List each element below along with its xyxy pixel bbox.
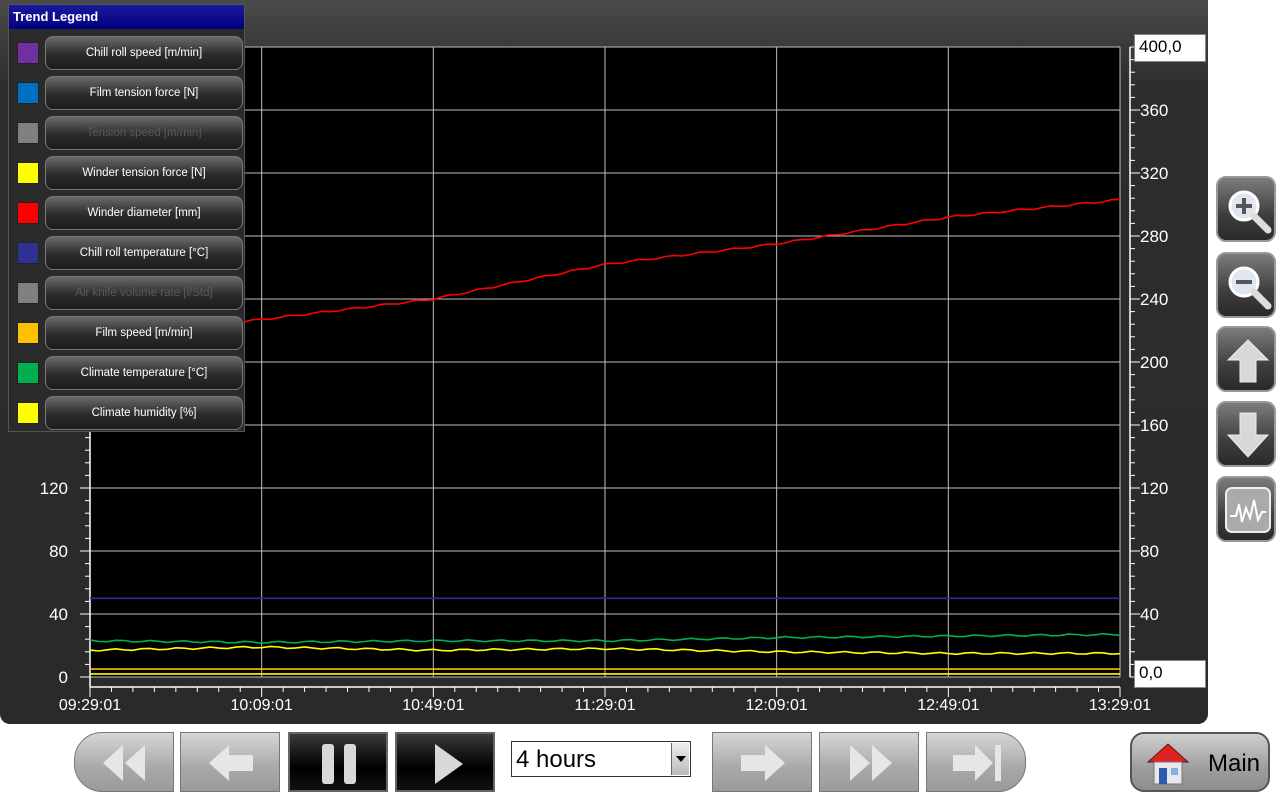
legend-toggle-button[interactable]: Climate temperature [°C] — [45, 356, 243, 390]
right-tick-label: 120 — [1140, 479, 1168, 498]
step-forward-button[interactable] — [712, 732, 812, 792]
right-tick-label: 40 — [1140, 605, 1159, 624]
time-label: 09:29:01 — [59, 697, 121, 714]
legend-color-swatch — [17, 82, 39, 104]
right-tick-label: 200 — [1140, 353, 1168, 372]
pause-icon — [322, 744, 356, 784]
zoom-out-icon — [1228, 266, 1272, 310]
arrow-right-icon — [741, 745, 785, 781]
pause-button[interactable] — [288, 732, 388, 792]
double-arrow-left-icon — [103, 745, 145, 781]
arrow-up-icon — [1226, 339, 1270, 383]
y-min-input[interactable]: 0,0 — [1134, 660, 1206, 688]
play-icon — [435, 744, 463, 784]
arrow-to-end-icon — [953, 745, 1001, 781]
play-button[interactable] — [395, 732, 495, 792]
fast-backward-button[interactable] — [74, 732, 174, 792]
jump-to-end-button[interactable] — [926, 732, 1026, 792]
legend-color-swatch — [17, 42, 39, 64]
legend-toggle-button[interactable]: Chill roll speed [m/min] — [45, 36, 243, 70]
legend-color-swatch — [17, 362, 39, 384]
legend-item: Chill roll temperature [°C] — [9, 233, 246, 273]
trend-view-button[interactable] — [1216, 476, 1276, 542]
legend-toggle-button[interactable]: Film speed [m/min] — [45, 316, 243, 350]
time-label: 11:29:01 — [574, 697, 635, 714]
main-label: Main — [1208, 750, 1261, 777]
legend-color-swatch — [17, 202, 39, 224]
legend-toggle-button[interactable]: Film tension force [N] — [45, 76, 243, 110]
legend-color-swatch — [17, 282, 39, 304]
left-tick-label: 0 — [59, 668, 68, 687]
double-arrow-right-icon — [850, 745, 892, 781]
legend-item: Film tension force [N] — [9, 73, 246, 113]
zoom-out-button[interactable] — [1216, 252, 1276, 318]
legend-item: Film speed [m/min] — [9, 313, 246, 353]
time-label: 12:09:01 — [746, 697, 808, 714]
legend-color-swatch — [17, 162, 39, 184]
chevron-down-icon[interactable] — [671, 743, 689, 775]
fast-forward-button[interactable] — [819, 732, 919, 792]
arrow-down-icon — [1226, 412, 1270, 458]
step-backward-button[interactable] — [180, 732, 280, 792]
legend-color-swatch — [17, 242, 39, 264]
time-label: 13:29:01 — [1089, 697, 1151, 714]
arrow-left-icon — [209, 745, 253, 781]
legend-color-swatch — [17, 322, 39, 344]
legend-color-swatch — [17, 402, 39, 424]
trend-screen: 0 40 80 120 40 80 120 160 200 240 280 320 360 09:29:0… — [0, 0, 1280, 800]
legend-item: Tension speed [m/min] — [9, 113, 246, 153]
time-label: 12:49:01 — [917, 697, 979, 714]
left-tick-label: 40 — [49, 605, 68, 624]
right-tick-label: 160 — [1140, 416, 1168, 435]
time-label: 10:09:01 — [231, 697, 293, 714]
legend-toggle-button[interactable]: Winder tension force [N] — [45, 156, 243, 190]
right-tick-label: 280 — [1140, 227, 1168, 246]
time-range-value: 4 hours — [516, 746, 597, 773]
legend-item: Winder tension force [N] — [9, 153, 246, 193]
legend-item: Air knife volume rate [l/Std] — [9, 273, 246, 313]
legend-toggle-button[interactable]: Climate humidity [%] — [45, 396, 243, 430]
right-tick-label: 80 — [1140, 542, 1159, 561]
legend-toggle-button[interactable]: Chill roll temperature [°C] — [45, 236, 243, 270]
trend-legend: Trend Legend Chill roll speed [m/min] Fil… — [8, 4, 245, 432]
legend-item: Winder diameter [mm] — [9, 193, 246, 233]
right-tick-label: 320 — [1140, 164, 1168, 183]
right-tick-label: 360 — [1140, 101, 1168, 120]
y-max-input[interactable]: 400,0 — [1134, 34, 1206, 62]
legend-item: Chill roll speed [m/min] — [9, 33, 246, 73]
legend-item: Climate humidity [%] — [9, 393, 246, 433]
main-button[interactable]: Main — [1130, 732, 1270, 792]
right-tick-label: 240 — [1140, 290, 1168, 309]
home-icon — [1146, 743, 1190, 785]
left-tick-label: 120 — [40, 479, 68, 498]
zoom-in-icon — [1228, 190, 1272, 234]
legend-toggle-button[interactable]: Winder diameter [mm] — [45, 196, 243, 230]
scroll-down-button[interactable] — [1216, 401, 1276, 467]
trend-wave-icon — [1225, 487, 1271, 533]
trend-panel: 0 40 80 120 40 80 120 160 200 240 280 320 360 09:29:0… — [0, 0, 1208, 724]
zoom-in-button[interactable] — [1216, 176, 1276, 242]
time-range-select[interactable]: 4 hours — [511, 741, 691, 777]
legend-toggle-button[interactable]: Air knife volume rate [l/Std] — [45, 276, 243, 310]
legend-color-swatch — [17, 122, 39, 144]
time-label: 10:49:01 — [402, 697, 464, 714]
scroll-up-button[interactable] — [1216, 326, 1276, 392]
legend-title: Trend Legend — [9, 5, 244, 29]
legend-item: Climate temperature [°C] — [9, 353, 246, 393]
left-tick-label: 80 — [49, 542, 68, 561]
legend-toggle-button[interactable]: Tension speed [m/min] — [45, 116, 243, 150]
